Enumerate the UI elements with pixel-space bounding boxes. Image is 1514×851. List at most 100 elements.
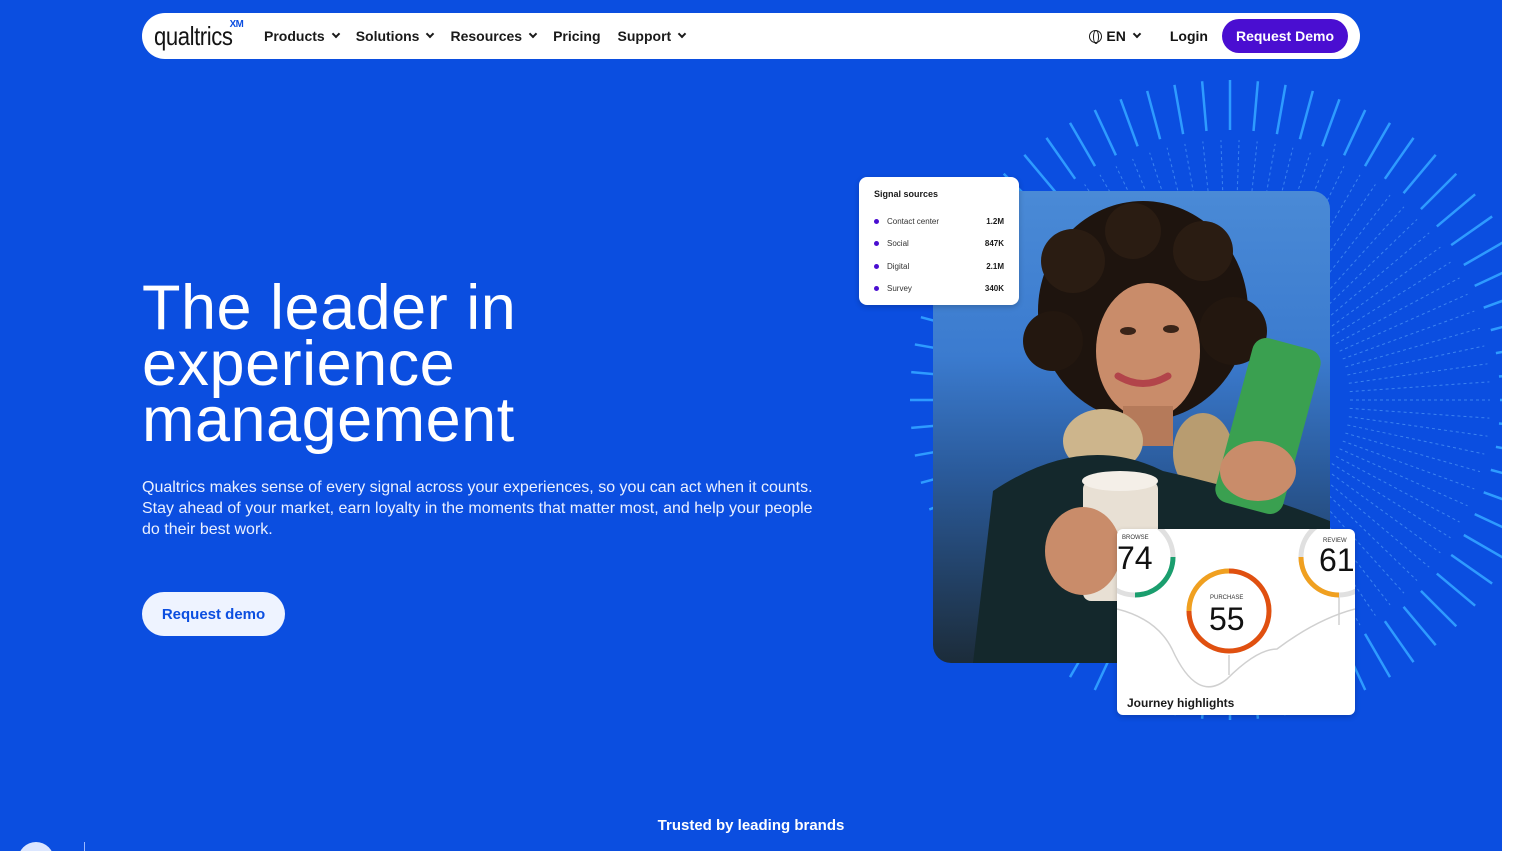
qualtrics-logo[interactable]: qualtrics XM: [154, 20, 244, 51]
hero-subtitle: Qualtrics makes sense of every signal ac…: [142, 479, 813, 538]
nav-right: EN Login Request Demo: [1089, 19, 1348, 53]
nav-support-label: Support: [617, 28, 672, 44]
top-navbar: qualtrics XM Products Solutions Resources…: [142, 13, 1360, 59]
nav-solutions-label: Solutions: [355, 28, 420, 44]
globe-icon: [1089, 29, 1103, 44]
ray-line: [1363, 122, 1392, 167]
nav-resources-label: Resources: [450, 28, 523, 44]
logo-xm: XM: [229, 19, 244, 30]
ray-line: [1463, 241, 1502, 267]
ray-line: [1275, 84, 1287, 135]
bullet-dot-icon: [874, 263, 879, 269]
nav-support[interactable]: Support: [617, 28, 687, 44]
ray-line: [1173, 84, 1185, 135]
language-selector[interactable]: EN: [1089, 28, 1142, 44]
ray-line: [1342, 109, 1367, 156]
ray-line: [1335, 277, 1460, 345]
ray-line: [1252, 81, 1260, 132]
nav-pricing[interactable]: Pricing: [553, 28, 600, 44]
ray-line: [1093, 109, 1118, 156]
signal-row: Contact center 1.2M: [874, 210, 1004, 233]
ray-line: [1200, 81, 1208, 132]
chevron-down-icon: [528, 29, 538, 39]
hero-title: The leader in experience management: [142, 277, 782, 452]
ray-line: [1495, 350, 1502, 355]
ray-line: [1436, 572, 1476, 607]
chat-launcher-icon[interactable]: [18, 842, 54, 851]
ray-line: [1023, 154, 1058, 194]
ray-line: [1119, 98, 1139, 147]
signal-label: Digital: [887, 261, 910, 271]
purchase-value: 55: [1209, 601, 1245, 637]
scrollbar[interactable]: [1502, 0, 1514, 851]
chevron-down-icon: [1132, 29, 1142, 39]
journey-gauges: BROWSE 74 REVIEW 61 PURCHASE 55: [1117, 529, 1355, 688]
hero-request-demo-button[interactable]: Request demo: [142, 592, 285, 636]
chevron-down-icon: [426, 29, 435, 39]
ray-line: [1321, 98, 1341, 147]
ray-line: [1490, 325, 1502, 332]
ray-line: [1495, 445, 1502, 450]
ray-line: [1326, 246, 1441, 330]
signal-sources-title: Signal sources: [874, 189, 939, 199]
nav-solutions[interactable]: Solutions: [355, 28, 435, 44]
nav-products[interactable]: Products: [264, 28, 340, 44]
ray-line: [1349, 407, 1490, 419]
signal-value: 2.1M: [986, 261, 1004, 271]
login-link[interactable]: Login: [1170, 28, 1208, 44]
ray-line: [1402, 606, 1437, 646]
ray-line: [1450, 215, 1493, 247]
ray-line: [1483, 299, 1502, 309]
nav-products-label: Products: [264, 28, 325, 44]
bullet-dot-icon: [874, 218, 879, 224]
ray-line: [1498, 422, 1502, 426]
ray-line: [1383, 137, 1415, 180]
ray-line: [1490, 468, 1502, 475]
signal-row: Digital 2.1M: [874, 255, 1004, 278]
ray-line: [1321, 232, 1430, 324]
ray-line: [1474, 512, 1502, 529]
signal-value: 1.2M: [986, 216, 1004, 226]
ray-line: [1315, 219, 1418, 318]
ray-line: [1045, 137, 1077, 180]
signal-row: Social 847K: [874, 233, 1004, 256]
ray-line: [1349, 381, 1490, 393]
ray-line: [1498, 374, 1502, 378]
ray-line: [1068, 122, 1097, 167]
logo-text: qualtrics: [154, 21, 233, 51]
language-label: EN: [1106, 28, 1126, 44]
signal-label: Contact center: [887, 216, 940, 226]
ray-line: [1298, 90, 1315, 140]
signal-value: 340K: [984, 284, 1004, 294]
ray-line: [1450, 553, 1493, 585]
ray-line: [1339, 448, 1468, 507]
ray-line: [1339, 293, 1468, 352]
ray-line: [1463, 533, 1502, 559]
signal-label: Social: [887, 239, 909, 249]
trusted-by-heading: Trusted by leading brands: [657, 817, 845, 834]
ray-line: [1474, 271, 1502, 288]
ray-line: [1420, 590, 1458, 628]
signal-sources-card: Signal sources Contact center 1.2M Social…: [859, 177, 1019, 305]
request-demo-button[interactable]: Request Demo: [1221, 19, 1348, 53]
chevron-down-icon: [331, 29, 340, 39]
journey-highlights-card: BROWSE 74 REVIEW 61 PURCHASE 55 Journey …: [1117, 529, 1355, 715]
ray-line: [1436, 193, 1476, 228]
ray-line: [1335, 455, 1460, 523]
browse-value: 74: [1117, 540, 1153, 576]
ray-line: [1145, 90, 1162, 140]
divider: [84, 842, 85, 851]
bullet-dot-icon: [874, 241, 879, 247]
bullet-dot-icon: [874, 286, 879, 292]
ray-line: [1363, 633, 1392, 678]
ray-line: [1402, 154, 1437, 194]
ray-line: [1348, 416, 1488, 437]
ray-line: [1420, 172, 1458, 210]
ray-line: [1483, 491, 1502, 501]
review-value: 61: [1319, 542, 1355, 578]
ray-line: [1348, 363, 1488, 384]
hero-title-line: management: [142, 385, 515, 455]
nav-resources[interactable]: Resources: [450, 28, 538, 44]
nav-pricing-label: Pricing: [553, 28, 601, 44]
signal-label: Survey: [887, 284, 912, 294]
